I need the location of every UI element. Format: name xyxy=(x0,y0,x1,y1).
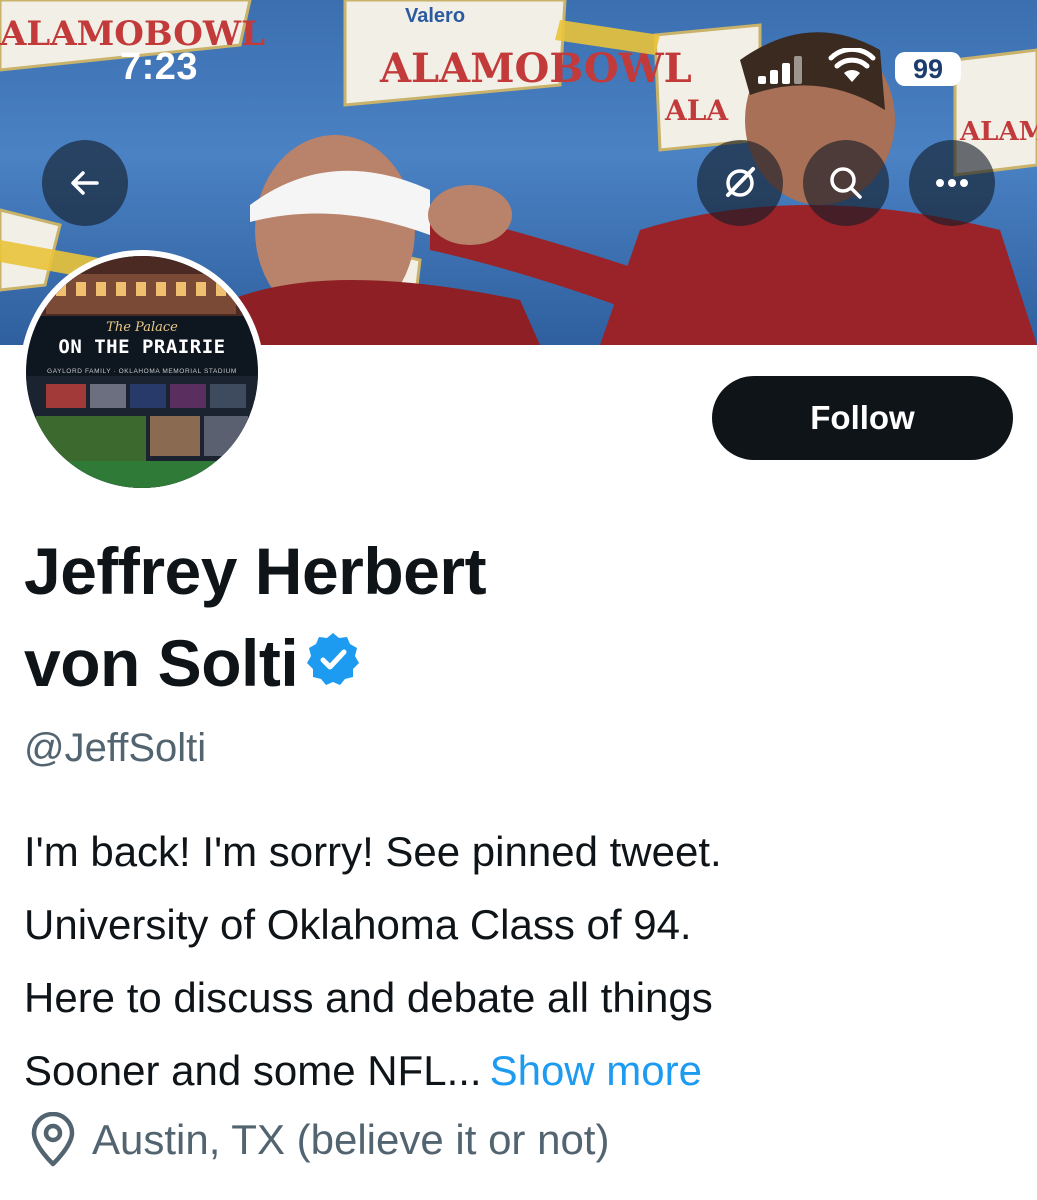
avatar-small-title: The Palace xyxy=(106,320,178,335)
profile-name: Jeffrey Herbert von Solti xyxy=(24,525,724,715)
avatar-subtitle: GAYLORD FAMILY · OKLAHOMA MEMORIAL STADI… xyxy=(47,368,237,375)
location-text: Austin, TX (believe it or not) xyxy=(92,1116,610,1163)
back-button[interactable] xyxy=(42,140,128,226)
bio-line: Here to discuss and debate all things xyxy=(24,974,713,1021)
show-more-link[interactable]: Show more xyxy=(490,1047,702,1094)
search-button[interactable] xyxy=(803,140,889,226)
search-icon xyxy=(830,167,862,199)
profile-bio: I'm back! I'm sorry! See pinned tweet. U… xyxy=(24,815,1024,1107)
status-bar: 7:23 99 xyxy=(0,0,1037,120)
profile-handle: @JeffSolti xyxy=(24,726,207,770)
more-options-button[interactable] xyxy=(909,140,995,226)
more-horizontal-icon xyxy=(936,179,968,187)
bio-line: University of Oklahoma Class of 94. xyxy=(24,901,692,948)
grok-button[interactable] xyxy=(697,140,783,226)
bio-line: I'm back! I'm sorry! See pinned tweet. xyxy=(24,828,722,875)
bio-last-line: Sooner and some NFL... Show more xyxy=(24,1034,1024,1107)
grok-icon xyxy=(726,167,755,197)
avatar-image: The Palace ON THE PRAIRIE GAYLORD FAMILY… xyxy=(26,256,258,488)
follow-button[interactable]: Follow xyxy=(712,376,1013,460)
verified-badge-icon[interactable] xyxy=(304,619,362,711)
status-time: 7:23 xyxy=(120,46,199,88)
bio-line: Sooner and some NFL... xyxy=(24,1047,482,1094)
profile-avatar[interactable]: The Palace ON THE PRAIRIE GAYLORD FAMILY… xyxy=(20,250,264,494)
profile-name-line2: von Solti xyxy=(24,626,299,700)
profile-name-line1: Jeffrey Herbert xyxy=(24,534,487,608)
profile-location: Austin, TX (believe it or not) xyxy=(28,1112,609,1168)
cellular-signal-icon xyxy=(758,56,802,84)
svg-text:ALAM: ALAM xyxy=(959,117,1037,147)
location-pin-icon xyxy=(31,1112,75,1167)
battery-level: 99 xyxy=(895,52,961,86)
arrow-left-icon xyxy=(71,171,99,195)
avatar-title: ON THE PRAIRIE xyxy=(58,336,226,358)
wifi-icon xyxy=(828,48,876,82)
